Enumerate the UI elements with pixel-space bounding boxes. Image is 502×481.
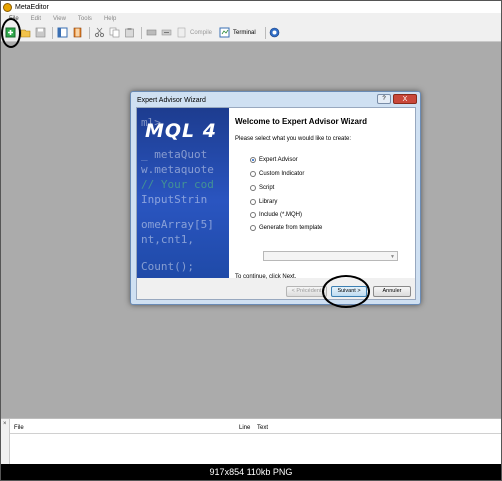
option-label: Library: [259, 199, 278, 205]
banner-code-line: Count();: [141, 260, 194, 273]
option-expert-advisor[interactable]: Expert Advisor: [250, 157, 298, 163]
wizard-content: Welcome to Expert Advisor Wizard Please …: [229, 108, 415, 280]
menu-help[interactable]: Help: [104, 16, 116, 22]
help-icon: [269, 27, 280, 38]
menu-view[interactable]: View: [53, 16, 66, 22]
toolbar-separator: [141, 26, 142, 39]
toolbox-button[interactable]: [71, 27, 83, 39]
dialog-title: Expert Advisor Wizard: [137, 97, 206, 104]
metaeditor-window: MetaEditor File Edit View Tools Help Com…: [0, 0, 502, 481]
template-select[interactable]: ▼: [263, 251, 398, 261]
option-label: Custom Indicator: [259, 171, 305, 177]
compile-label[interactable]: Compile: [190, 30, 212, 36]
menu-edit[interactable]: Edit: [31, 16, 41, 22]
compile-icon: [146, 29, 156, 36]
column-file[interactable]: File: [14, 425, 24, 431]
option-script[interactable]: Script: [250, 185, 274, 191]
banner-code-line: _ metaQuot: [141, 148, 208, 161]
new-button-highlight-circle: [1, 18, 21, 48]
option-label: Generate from template: [259, 225, 323, 231]
cancel-button[interactable]: Annuler: [373, 286, 411, 297]
cut-button[interactable]: [93, 27, 105, 39]
navigator-button[interactable]: [56, 27, 68, 39]
paste-icon: [124, 28, 134, 38]
continue-instruction: To continue, click Next.: [235, 274, 297, 280]
scissors-icon: [94, 27, 104, 38]
close-icon[interactable]: ×: [3, 421, 7, 427]
radio-button[interactable]: [250, 185, 256, 191]
window-title: MetaEditor: [15, 3, 49, 11]
dialog-help-button[interactable]: ?: [377, 94, 391, 104]
image-caption: 917x854 110kb PNG: [1, 464, 501, 480]
wizard-prompt: Please select what you would like to cre…: [235, 136, 352, 142]
option-label: Include (*.MQH): [259, 212, 303, 218]
radio-button[interactable]: [250, 225, 256, 231]
back-button[interactable]: < Précédent: [286, 286, 327, 297]
metaeditor-app-icon: [3, 2, 12, 12]
option-custom-indicator[interactable]: Custom Indicator: [250, 171, 304, 177]
save-button[interactable]: [34, 27, 46, 39]
mql4-logo: MQL 4: [145, 120, 218, 142]
dialog-close-button[interactable]: X: [393, 94, 417, 104]
paste-button[interactable]: [123, 27, 135, 39]
copy-icon: [109, 27, 119, 38]
expert-advisor-wizard-dialog: Expert Advisor Wizard ? X ml> MQL 4 _ me…: [130, 91, 421, 305]
banner-code-line: omeArray[5]: [141, 218, 214, 231]
menu-tools[interactable]: Tools: [78, 16, 92, 22]
toolbar-separator: [89, 26, 90, 39]
mql4-banner: ml> MQL 4 _ metaQuot w.metaquote // Your…: [137, 108, 229, 278]
option-label: Script: [259, 185, 275, 191]
radio-button[interactable]: [250, 212, 256, 218]
toolbar-separator: [264, 26, 266, 39]
navigator-icon: [57, 27, 67, 38]
toolbar: Compile Terminal: [1, 24, 501, 42]
terminal-label[interactable]: Terminal: [233, 30, 256, 36]
compile-button[interactable]: [175, 27, 187, 39]
output-side-bar: ×: [1, 419, 10, 465]
radio-button[interactable]: [250, 157, 256, 163]
column-text[interactable]: Text: [257, 425, 268, 431]
folder-icon: [20, 29, 30, 38]
option-generate-from-template[interactable]: Generate from template: [250, 225, 322, 231]
save-icon: [35, 27, 45, 38]
chevron-down-icon: ▼: [390, 254, 395, 260]
compile-sheet-icon: [177, 27, 185, 38]
wizard-heading: Welcome to Expert Advisor Wizard: [235, 117, 367, 126]
debug-icon: [161, 29, 171, 36]
banner-code-line: // Your cod: [141, 178, 214, 191]
compile-icon-button[interactable]: [145, 27, 157, 39]
output-pane: × File Line Text: [1, 418, 501, 465]
terminal-icon-button[interactable]: [218, 27, 230, 39]
title-bar: MetaEditor: [1, 1, 501, 13]
book-icon: [73, 27, 81, 38]
option-include[interactable]: Include (*.MQH): [250, 212, 302, 218]
banner-code-line: w.metaquote: [141, 163, 214, 176]
next-button-highlight-circle: [322, 275, 370, 308]
help-button[interactable]: [269, 27, 281, 39]
option-library[interactable]: Library: [250, 199, 277, 205]
radio-button[interactable]: [250, 171, 256, 177]
radio-button[interactable]: [250, 199, 256, 205]
menu-bar: File Edit View Tools Help: [1, 13, 501, 24]
banner-code-line: nt,cnt1,: [141, 233, 194, 246]
output-header: File Line Text: [10, 423, 501, 434]
banner-code-line: InputStrin: [141, 193, 208, 206]
copy-button[interactable]: [108, 27, 120, 39]
dialog-body: ml> MQL 4 _ metaQuot w.metaquote // Your…: [136, 107, 416, 300]
option-label: Expert Advisor: [259, 157, 298, 163]
toolbar-separator: [52, 26, 53, 39]
column-line[interactable]: Line: [239, 425, 250, 431]
terminal-icon: [219, 27, 230, 38]
debug-button[interactable]: [160, 27, 172, 39]
